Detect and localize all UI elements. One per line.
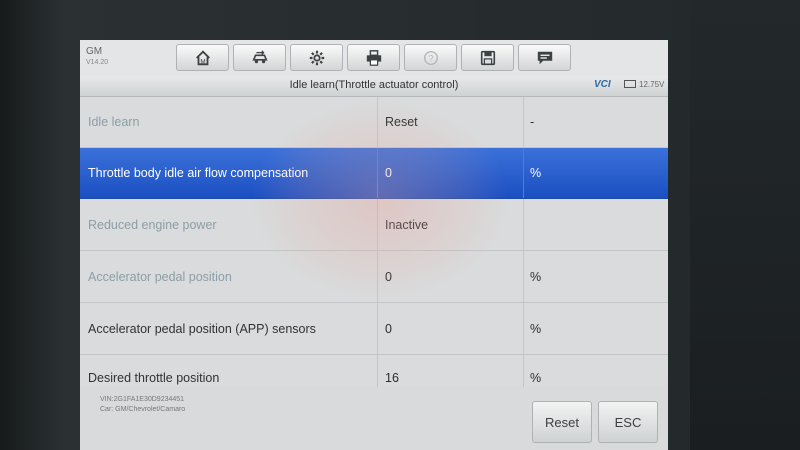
page-title: Idle learn(Throttle actuator control) [289,79,459,91]
parameter-value: Inactive [377,199,523,250]
esc-button[interactable]: ESC [598,401,658,443]
parameter-unit: - [523,97,668,147]
printer-icon [366,49,381,66]
parameter-name: Reduced engine power [88,217,217,232]
parameter-unit: % [523,355,668,387]
battery-voltage-label: 12.75V [639,80,665,89]
software-version-label: V14.20 [86,59,109,66]
save-icon [480,50,495,65]
table-row[interactable]: Idle learn Reset - [80,97,668,148]
tablet-bezel [690,0,800,450]
svg-text:M: M [200,58,205,65]
help-button[interactable]: ? [404,44,457,71]
feedback-icon [537,51,552,64]
svg-text:?: ? [428,53,433,63]
save-button[interactable] [461,44,514,71]
vehicle-swap-button[interactable] [233,44,286,71]
parameter-value: Reset [377,97,523,147]
parameter-value: 0 [377,303,523,354]
toolbar: M ? [176,44,574,71]
parameter-unit: % [523,251,668,302]
parameter-value: 0 [377,148,523,198]
vci-status-indicator: VCI [594,79,611,90]
reset-button[interactable]: Reset [532,401,592,443]
parameter-name: Throttle body idle air flow compensation [88,166,309,180]
car-label: Car: GM/Chevrolet/Camaro [100,406,186,413]
data-stream-table: Idle learn Reset - Throttle body idle ai… [80,97,668,387]
vehicle-swap-icon [252,49,267,63]
feedback-button[interactable] [518,44,571,71]
tablet-device: GM V14.20 M ? Idle learn(Throttle actuat… [0,0,800,450]
battery-icon [624,80,636,88]
parameter-unit: % [523,303,668,354]
vehicle-make-label: GM [86,46,103,57]
home-button[interactable]: M [176,44,229,71]
brand-block: GM V14.20 [86,46,108,68]
parameter-value: 16 [377,355,523,387]
table-row-selected[interactable]: Throttle body idle air flow compensation… [80,148,668,199]
top-bar: GM V14.20 M ? [80,40,668,76]
parameter-value: 0 [377,251,523,302]
vin-label: VIN:2G1FA1E30D9234451 [100,396,185,403]
title-bar: Idle learn(Throttle actuator control) VC… [80,76,668,97]
diagnostic-screen: GM V14.20 M ? Idle learn(Throttle actuat… [80,40,668,450]
parameter-unit [523,199,668,250]
settings-button[interactable] [290,44,343,71]
parameter-name: Accelerator pedal position [88,269,232,284]
table-row[interactable]: Accelerator pedal position 0 % [80,251,668,303]
print-button[interactable] [347,44,400,71]
help-icon: ? [423,50,438,65]
parameter-unit: % [523,148,668,198]
parameter-name: Desired throttle position [88,371,220,385]
parameter-name: Accelerator pedal position (APP) sensors [88,321,316,336]
gear-icon [309,50,324,65]
table-row[interactable]: Accelerator pedal position (APP) sensors… [80,303,668,355]
footer-bar: VIN:2G1FA1E30D9234451 Car: GM/Chevrolet/… [80,388,668,450]
parameter-name: Idle learn [88,115,140,129]
home-icon: M [195,49,210,65]
table-row[interactable]: Reduced engine power Inactive [80,199,668,251]
table-row[interactable]: Desired throttle position 16 % [80,355,668,387]
